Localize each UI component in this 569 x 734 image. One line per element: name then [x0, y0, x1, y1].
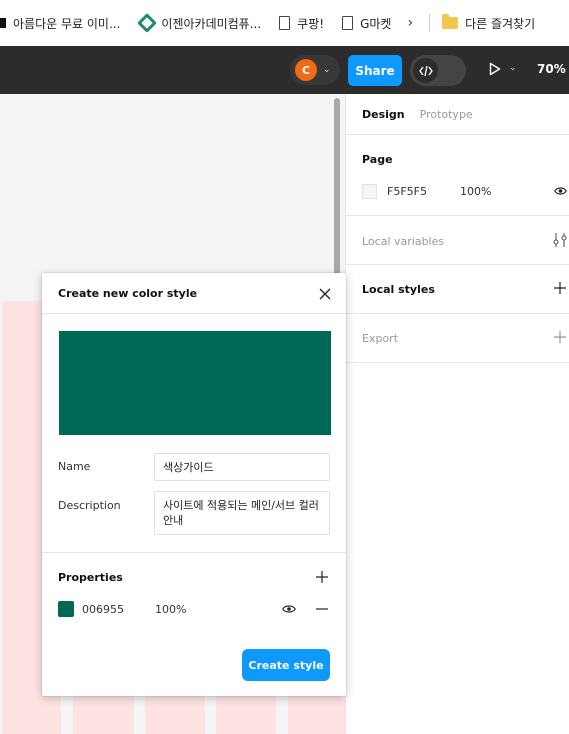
bookmark-label: 쿠팡! — [297, 16, 325, 31]
bookmark-folder[interactable]: 다른 즐겨찾기 — [442, 14, 536, 32]
style-name-input[interactable] — [154, 453, 330, 481]
tab-prototype[interactable]: Prototype — [420, 108, 473, 121]
page-color-swatch[interactable] — [362, 183, 377, 199]
create-style-button[interactable]: Create style — [242, 649, 330, 681]
local-variables-section: Local variables — [346, 216, 569, 265]
bookmark-label: G마켓 — [360, 16, 392, 31]
local-variables-label[interactable]: Local variables — [362, 235, 444, 248]
bookmark-item[interactable]: 아름다운 무료 이미... — [0, 15, 120, 32]
export-label[interactable]: Export — [362, 332, 398, 345]
chevron-down-icon: ⌄ — [323, 65, 331, 75]
canvas-scrollbar[interactable] — [334, 98, 340, 280]
folder-icon — [442, 14, 459, 29]
code-icon — [413, 58, 438, 83]
bookmarks-divider — [429, 14, 431, 32]
page-background-row[interactable]: F5F5F5 100% — [362, 172, 569, 210]
fill-hex-value[interactable]: 006955 — [82, 603, 124, 616]
page-color-opacity[interactable]: 100% — [460, 185, 491, 198]
share-button[interactable]: Share — [348, 55, 402, 86]
document-icon — [279, 16, 291, 30]
chevron-right-icon[interactable]: › — [407, 15, 413, 31]
export-section: Export — [346, 314, 569, 363]
figma-toolbar: C ⌄ Share ⌄ 70% — [0, 46, 569, 94]
close-icon[interactable] — [316, 285, 334, 303]
style-description-input[interactable]: 사이트에 적용되는 메인/서브 컬러 안내 — [154, 491, 330, 535]
bookmark-item[interactable]: G마켓 — [342, 15, 391, 32]
bookmark-item[interactable]: 이젠아카데미컴퓨... — [137, 13, 262, 33]
remove-property-minus-icon[interactable] — [314, 601, 330, 617]
eye-icon[interactable] — [554, 185, 567, 199]
tab-design[interactable]: Design — [362, 108, 405, 121]
add-style-plus-icon[interactable] — [553, 281, 567, 298]
page-section: Page F5F5F5 100% — [346, 135, 569, 216]
dialog-title: Create new color style — [58, 287, 198, 300]
fill-opacity-value[interactable]: 100% — [155, 603, 186, 616]
chevron-down-icon[interactable]: ⌄ — [509, 63, 517, 73]
page-color-hex[interactable]: F5F5F5 — [387, 185, 460, 198]
document-icon — [342, 16, 354, 30]
square-icon — [0, 18, 6, 28]
local-styles-section: Local styles — [346, 265, 569, 314]
create-color-style-dialog: Create new color style Name Description … — [42, 273, 346, 696]
color-preview — [59, 331, 331, 435]
zoom-level[interactable]: 70% — [537, 62, 566, 76]
avatar: C — [295, 59, 317, 81]
fill-color-swatch[interactable] — [58, 601, 74, 617]
panel-tabs: Design Prototype — [346, 94, 569, 135]
bookmark-label: 이젠아카데미컴퓨... — [161, 16, 262, 31]
name-label: Name — [58, 460, 91, 473]
multiplayer-avatar-button[interactable]: C ⌄ — [290, 55, 340, 85]
dialog-divider — [42, 552, 346, 553]
play-icon[interactable] — [489, 62, 501, 79]
academy-logo-icon — [137, 13, 158, 33]
properties-title: Properties — [58, 571, 123, 584]
dev-mode-toggle[interactable] — [410, 55, 466, 86]
description-label: Description — [58, 499, 121, 512]
bookmark-label: 다른 즐겨찾기 — [465, 16, 536, 31]
eye-icon[interactable] — [282, 603, 296, 617]
bookmark-label: 아름다운 무료 이미... — [13, 16, 121, 31]
properties-panel: Design Prototype Page F5F5F5 100% Local … — [345, 94, 569, 734]
bookmarks-bar: 아름다운 무료 이미... 이젠아카데미컴퓨... 쿠팡! G마켓 › 다른 즐… — [0, 0, 569, 46]
local-styles-label: Local styles — [362, 283, 435, 296]
add-property-plus-icon[interactable] — [314, 569, 330, 585]
variables-adjust-icon[interactable] — [553, 232, 567, 251]
bookmark-item[interactable]: 쿠팡! — [279, 15, 324, 32]
page-title: Page — [362, 153, 393, 166]
dialog-header: Create new color style — [42, 273, 346, 314]
add-export-plus-icon[interactable] — [553, 330, 567, 347]
